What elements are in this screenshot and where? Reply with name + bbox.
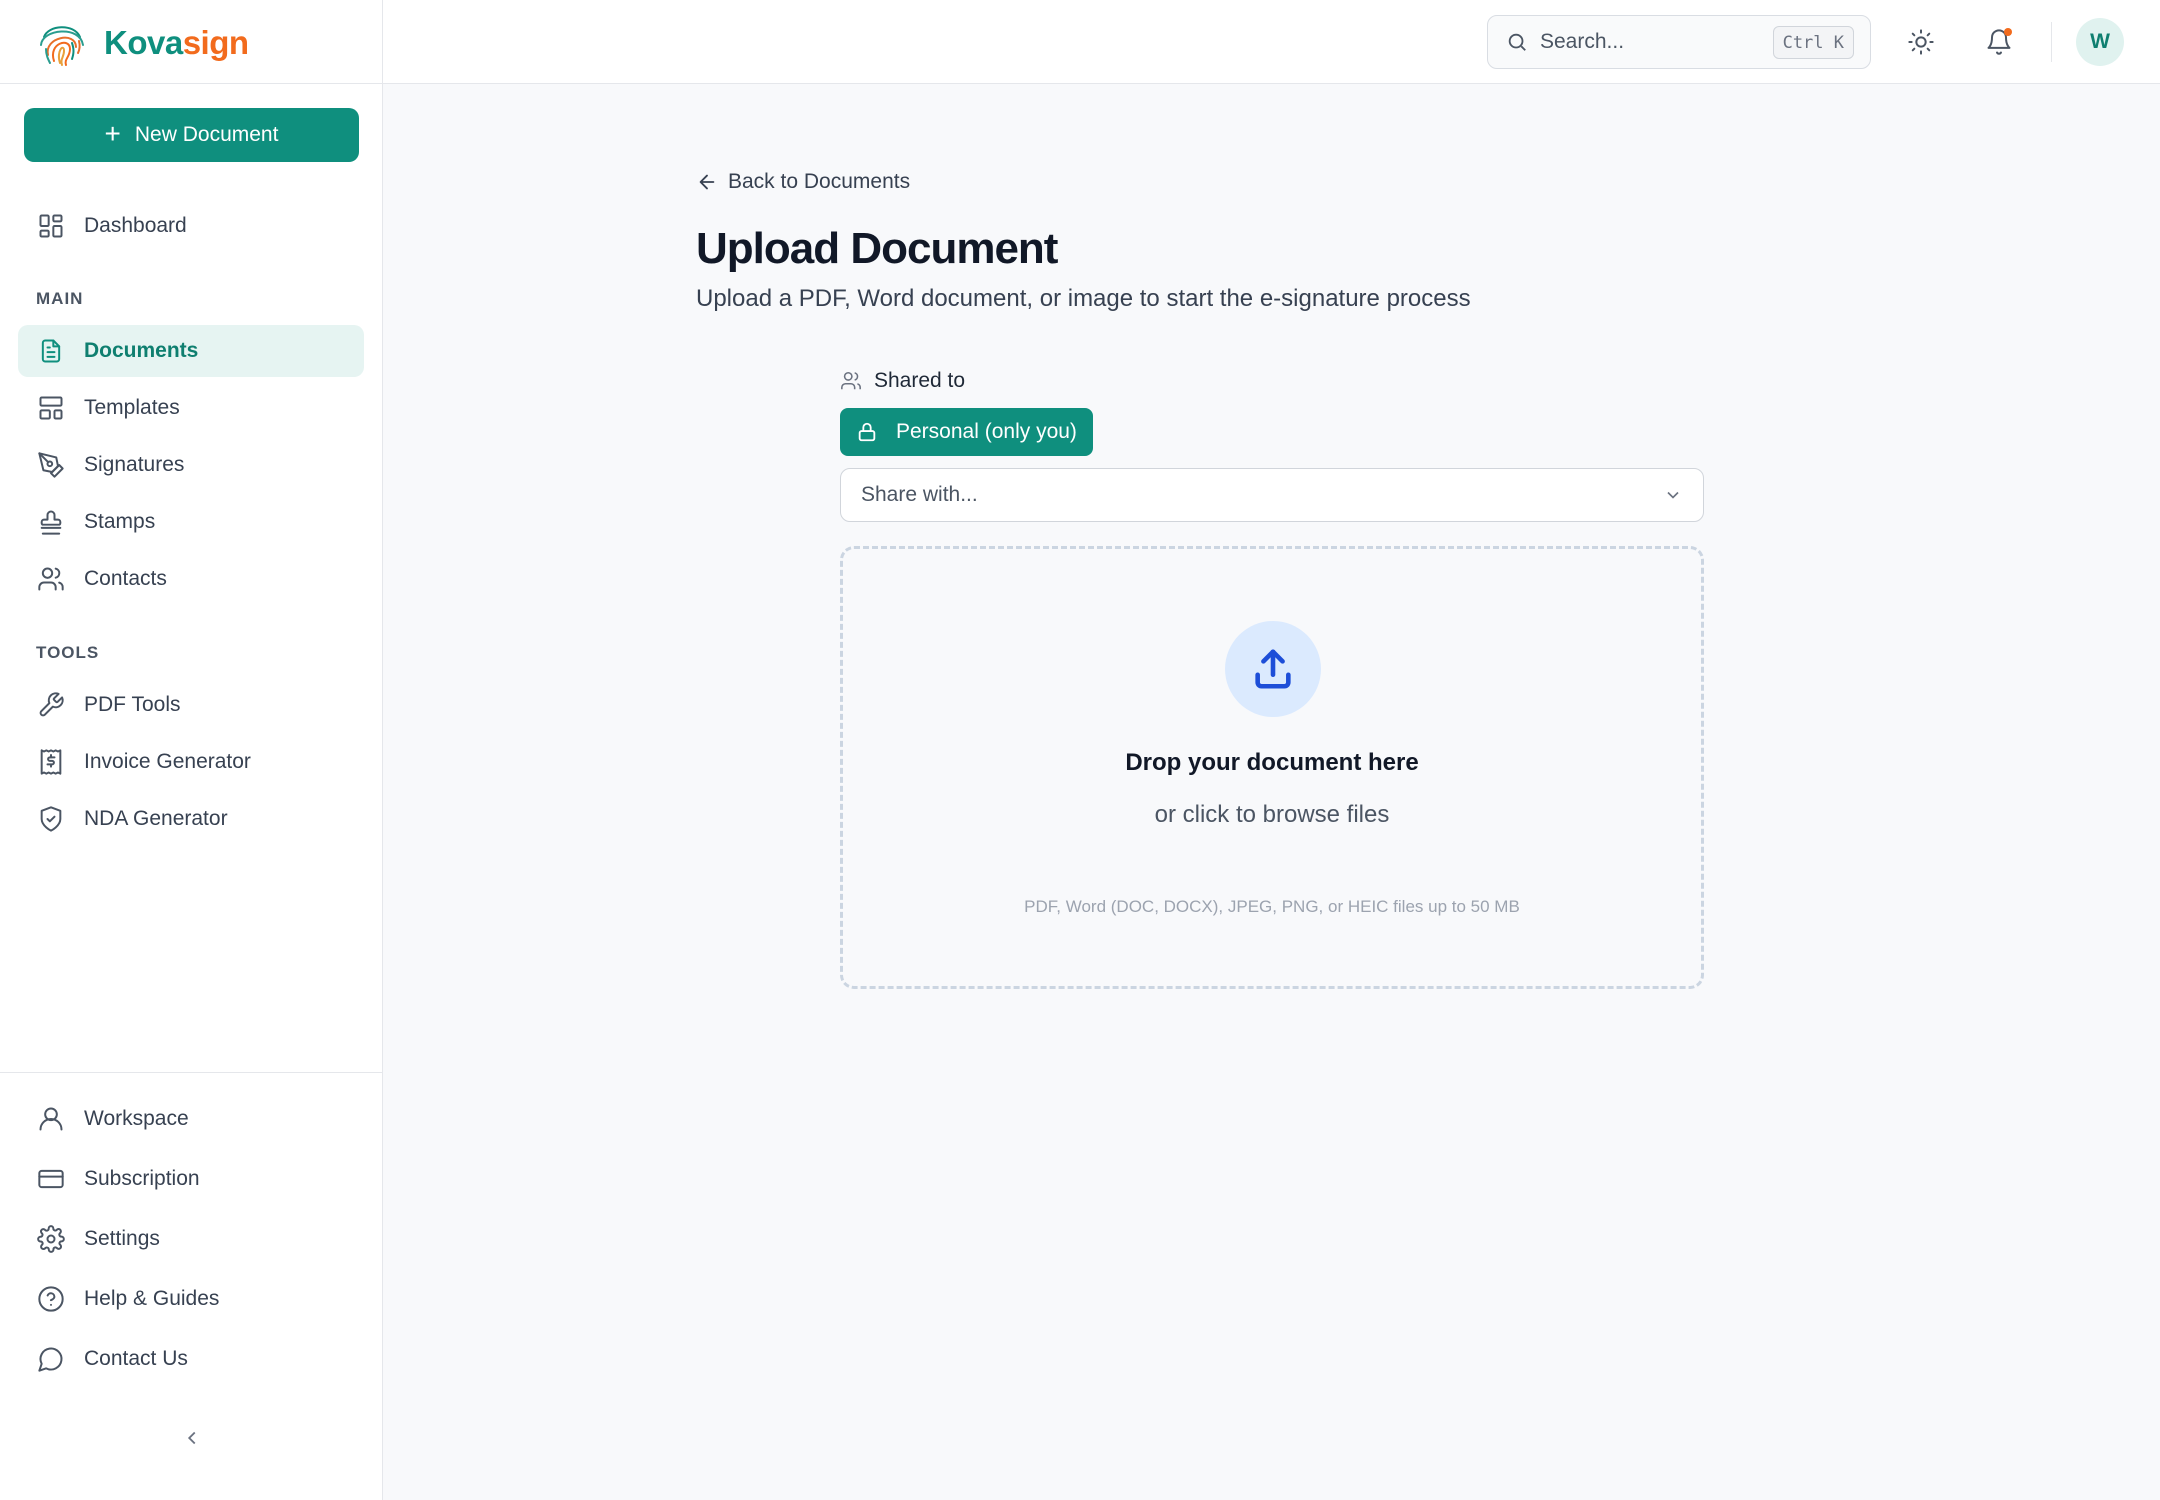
search-icon [1508,33,1526,51]
chevron-left-icon [187,1431,196,1445]
invoice-icon [36,747,66,777]
stamp-icon [36,507,66,537]
upload-icon [1255,649,1291,689]
sidebar-item-label: Contacts [84,567,167,590]
new-document-button[interactable]: + New Document [24,108,359,162]
dashboard-icon [36,211,66,241]
lock-icon [858,422,876,442]
sidebar-item-label: Workspace [84,1107,189,1130]
sidebar-item-label: Dashboard [84,214,187,237]
sidebar-item-nda-generator[interactable]: NDA Generator [18,793,364,845]
sidebar-item-help[interactable]: Help & Guides [18,1273,364,1325]
sidebar-item-pdf-tools[interactable]: PDF Tools [18,679,364,731]
sidebar-item-signatures[interactable]: Signatures [18,439,364,491]
sidebar-item-contact-us[interactable]: Contact Us [18,1333,364,1385]
avatar[interactable]: W [2076,18,2124,66]
sidebar-item-documents[interactable]: Documents [18,325,364,377]
shared-to-label: Shared to [840,369,965,393]
wrench-icon [36,690,66,720]
divider [0,1072,383,1073]
arrow-left-icon [699,174,715,190]
users-icon [36,564,66,594]
theme-toggle-button[interactable] [1899,20,1943,64]
sidebar-item-label: Stamps [84,510,156,533]
sidebar-item-subscription[interactable]: Subscription [18,1153,364,1205]
file-dropzone[interactable]: Drop your document here or click to brow… [840,546,1704,989]
users-icon [841,371,861,390]
page-subtitle: Upload a PDF, Word document, or image to… [696,285,1471,312]
sidebar-item-label: Templates [84,396,180,419]
dropzone-subtitle: or click to browse files [1154,801,1390,828]
plus-icon: + [104,117,121,149]
help-icon [36,1284,66,1314]
search-input[interactable] [1540,30,1750,54]
sidebar-item-templates[interactable]: Templates [18,382,364,434]
upload-icon-circle [1225,621,1321,717]
sidebar-item-label: Signatures [84,453,185,476]
pen-icon [36,450,66,480]
notifications-button[interactable] [1977,20,2021,64]
sidebar-item-workspace[interactable]: Workspace [18,1093,364,1145]
sidebar-item-dashboard[interactable]: Dashboard [18,200,364,252]
top-bar: Ctrl K W [383,0,2160,84]
notification-dot [2004,28,2012,36]
credit-card-icon [36,1164,66,1194]
sidebar-item-contacts[interactable]: Contacts [18,553,364,605]
brand-logo[interactable]: Kovasign [34,14,249,72]
chat-icon [36,1344,66,1374]
section-label-main: MAIN [36,289,84,308]
sidebar-item-settings[interactable]: Settings [18,1213,364,1265]
sidebar-item-label: Settings [84,1227,160,1250]
user-icon [36,1104,66,1134]
sidebar-item-label: Subscription [84,1167,200,1190]
sun-icon [1908,29,1934,55]
sidebar-item-invoice-generator[interactable]: Invoice Generator [18,736,364,788]
section-label-tools: TOOLS [36,643,100,662]
collapse-sidebar-button[interactable] [176,1422,208,1454]
document-icon [36,336,66,366]
sidebar-item-stamps[interactable]: Stamps [18,496,364,548]
gear-icon [36,1224,66,1254]
shield-icon [36,804,66,834]
template-icon [36,393,66,423]
divider [2051,22,2052,62]
personal-visibility-chip[interactable]: Personal (only you) [840,408,1093,456]
back-to-documents-link[interactable]: Back to Documents [696,170,910,194]
sidebar-item-label: NDA Generator [84,807,228,830]
divider [0,83,383,84]
share-with-select[interactable]: Share with... [840,468,1704,522]
dropzone-title: Drop your document here [1125,749,1419,776]
dropzone-file-hint: PDF, Word (DOC, DOCX), JPEG, PNG, or HEI… [1024,897,1520,916]
sidebar-item-label: Help & Guides [84,1287,220,1310]
sidebar-item-label: Invoice Generator [84,750,251,773]
sidebar-item-label: Documents [84,339,199,362]
search-shortcut-badge: Ctrl K [1772,26,1854,59]
sidebar: Kovasign + New Document Dashboard MAIN D… [0,0,383,1500]
page-title: Upload Document [696,224,1058,273]
sidebar-item-label: PDF Tools [84,693,181,716]
app-root: Kovasign + New Document Dashboard MAIN D… [0,0,2160,1500]
brand-name: Kovasign [104,24,249,61]
search-box[interactable]: Ctrl K [1487,15,1871,69]
chevron-down-icon [1667,491,1679,499]
fingerprint-logo-icon [40,26,84,66]
sidebar-item-label: Contact Us [84,1347,188,1370]
